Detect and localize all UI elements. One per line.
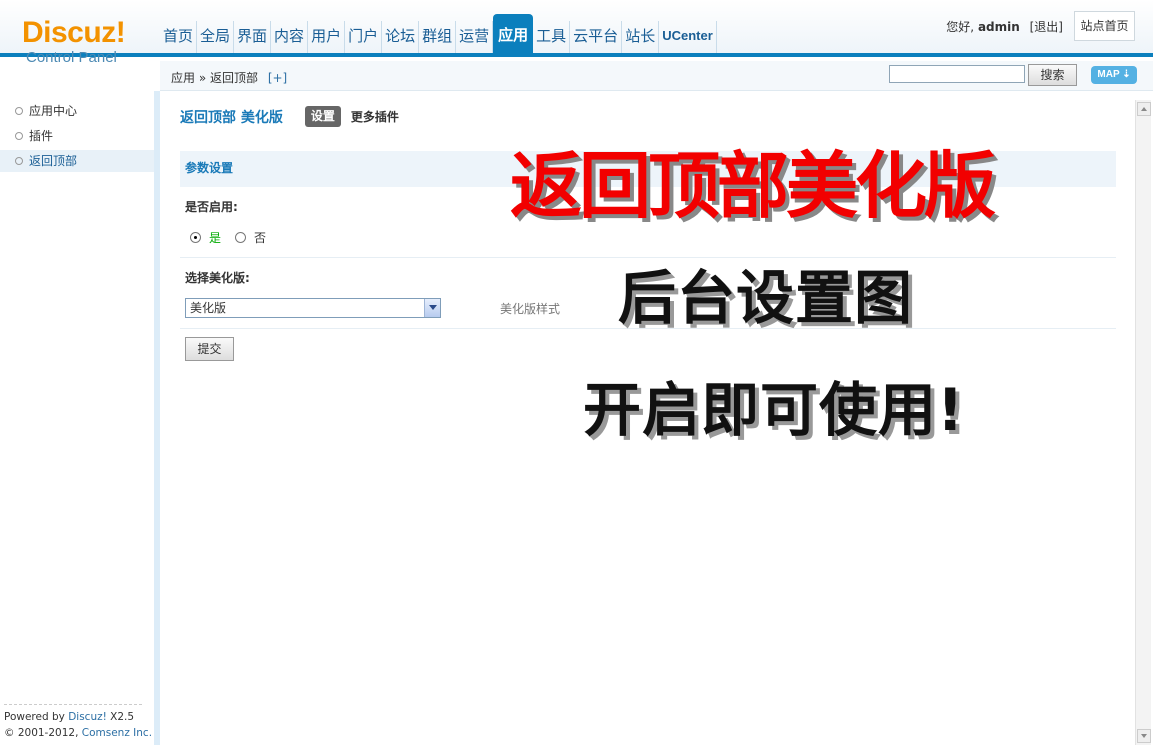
nav-item-4[interactable]: 用户 <box>308 21 346 53</box>
map-button[interactable]: MAP ⇣ <box>1091 66 1137 84</box>
submit-button[interactable]: 提交 <box>185 337 234 361</box>
logout-link[interactable]: [退出] <box>1030 20 1063 34</box>
copyright: © 2001-2012, Comsenz Inc. <box>4 727 153 739</box>
overlay-note: 开启即可使用! <box>583 376 965 444</box>
powered-by: Powered by Discuz! X2.5 <box>4 711 135 723</box>
search-input[interactable] <box>889 65 1025 83</box>
bullet-icon <box>15 132 23 140</box>
greeting: 您好, <box>946 20 975 34</box>
site-home-button[interactable]: 站点首页 <box>1074 11 1135 41</box>
sidebar-footer: Powered by Discuz! X2.5 © 2001-2012, Com… <box>4 709 152 741</box>
sidebar-menu: 应用中心插件返回顶部 <box>0 91 154 172</box>
user-bar: 您好, admin [退出] <box>946 18 1063 35</box>
select-hint: 美化版样式 <box>500 302 561 316</box>
bullet-icon <box>15 107 23 115</box>
add-shortcut-link[interactable]: [+] <box>268 71 287 85</box>
radio-yes[interactable] <box>190 232 201 243</box>
sidebar-item-label: 插件 <box>29 129 54 143</box>
radio-no[interactable] <box>235 232 247 243</box>
nav-item-6[interactable]: 论坛 <box>382 21 420 53</box>
scroll-down-icon[interactable] <box>1137 729 1151 743</box>
nav-item-8[interactable]: 运营 <box>456 21 494 53</box>
nav-item-13[interactable]: UCenter <box>659 21 717 53</box>
nav-item-2[interactable]: 界面 <box>234 21 272 53</box>
breadcrumb: 应用 » 返回顶部 [+] <box>171 69 287 86</box>
nav-item-12[interactable]: 站长 <box>622 21 660 53</box>
radio-no-label[interactable]: 否 <box>254 229 266 246</box>
logo[interactable]: Discuz! Control Panel <box>22 16 126 67</box>
main-content: 返回顶部 美化版 设置 更多插件 参数设置 是否启用: 是 否 选择美化版: 美… <box>160 91 1135 745</box>
nav-item-3[interactable]: 内容 <box>271 21 309 53</box>
discuz-link[interactable]: Discuz! <box>68 711 107 723</box>
vertical-scrollbar[interactable] <box>1135 100 1151 745</box>
page-title: 返回顶部 美化版 <box>180 109 283 126</box>
search-button[interactable]: 搜索 <box>1028 64 1077 86</box>
scroll-up-icon[interactable] <box>1137 102 1151 116</box>
comsenz-link[interactable]: Comsenz Inc. <box>82 727 152 739</box>
sidebar-item-1[interactable]: 插件 <box>0 125 154 147</box>
select-value: 美化版 <box>190 301 227 315</box>
nav-item-7[interactable]: 群组 <box>419 21 457 53</box>
tab-more-plugins[interactable]: 更多插件 <box>351 108 399 125</box>
sidebar-item-label: 应用中心 <box>29 104 78 118</box>
bullet-icon <box>15 157 23 165</box>
overlay-title: 返回顶部美化版 <box>510 144 996 228</box>
sidebar-item-2[interactable]: 返回顶部 <box>0 150 154 172</box>
tab-settings[interactable]: 设置 <box>304 106 341 127</box>
username[interactable]: admin <box>978 20 1020 34</box>
nav-item-10[interactable]: 工具 <box>533 21 571 53</box>
nav-item-5[interactable]: 门户 <box>345 21 383 53</box>
breadcrumb-text[interactable]: 应用 » 返回顶部 <box>171 71 258 85</box>
main-nav: 首页 全局 界面 内容 用户 门户 论坛 群组 运营 应用 工具 云平台 站长 UCenter <box>160 14 717 53</box>
nav-item-1[interactable]: 全局 <box>197 21 235 53</box>
style-select[interactable]: 美化版 <box>185 298 441 318</box>
style-label: 选择美化版: <box>185 271 250 285</box>
nav-item-0[interactable]: 首页 <box>160 21 198 53</box>
chevron-down-icon[interactable] <box>424 299 440 317</box>
sidebar: 应用中心插件返回顶部 Powered by Discuz! X2.5 © 200… <box>0 91 160 745</box>
header: Discuz! Control Panel 首页 全局 界面 内容 用户 门户 论坛 群组 运营… <box>0 0 1153 66</box>
nav-item-9[interactable]: 应用 <box>493 14 534 53</box>
sidebar-item-label: 返回顶部 <box>29 154 78 168</box>
logo-subtitle: Control Panel <box>26 49 117 66</box>
footer-divider <box>4 704 142 705</box>
radio-yes-label[interactable]: 是 <box>209 229 221 246</box>
sidebar-item-0[interactable]: 应用中心 <box>0 100 154 122</box>
enable-radio-group: 是 否 <box>190 229 266 246</box>
logo-text: Discuz! <box>22 16 126 49</box>
enable-label: 是否启用: <box>185 200 238 214</box>
sub-bar: 应用 » 返回顶部 [+] 搜索 MAP ⇣ <box>160 61 1153 91</box>
title-row: 返回顶部 美化版 设置 更多插件 <box>180 106 399 127</box>
overlay-subtitle: 后台设置图 <box>618 264 914 332</box>
nav-item-11[interactable]: 云平台 <box>570 21 623 53</box>
